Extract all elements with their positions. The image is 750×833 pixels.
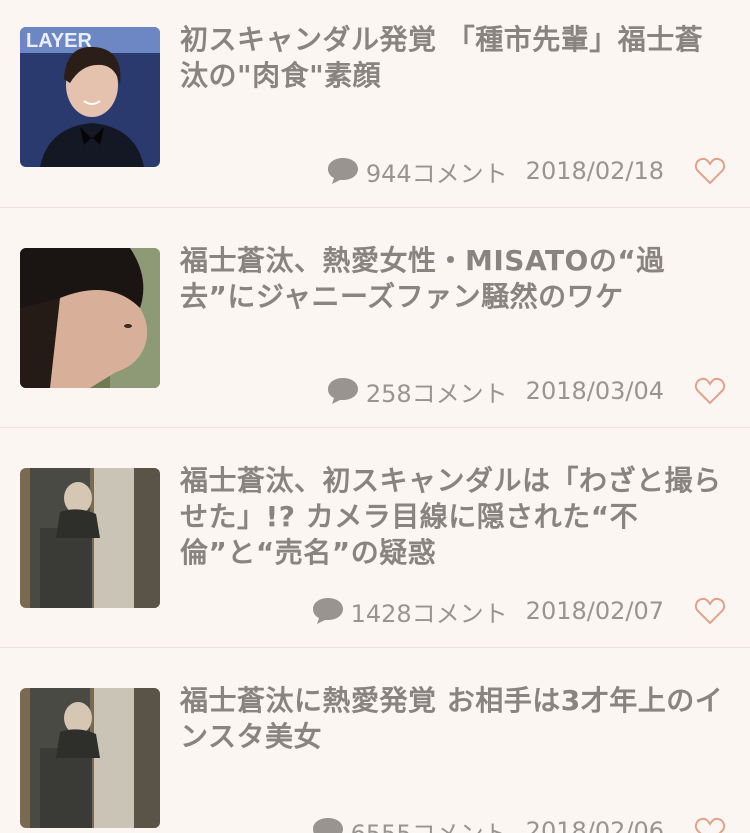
comment-label: コメント xyxy=(411,159,508,188)
comment-icon xyxy=(312,818,343,833)
article-list: LAYER 初スキャンダル発覚 「種市先輩」福士蒼汰の"肉食"素顔 944コメン… xyxy=(0,0,750,833)
article-thumbnail[interactable] xyxy=(20,468,160,608)
heart-icon[interactable] xyxy=(694,156,726,186)
article-date: 2018/03/04 xyxy=(525,377,664,405)
article-meta: 1428コメント 2018/02/07 xyxy=(311,591,726,631)
comment-count: 6555 xyxy=(351,820,412,833)
comment-label: コメント xyxy=(411,379,508,408)
heart-icon[interactable] xyxy=(694,376,726,406)
article-date: 2018/02/18 xyxy=(525,157,664,185)
comment-label: コメント xyxy=(412,820,508,833)
comment-icon xyxy=(327,378,358,404)
article-date: 2018/02/06 xyxy=(525,817,664,833)
heart-icon[interactable] xyxy=(694,596,726,626)
comment-icon xyxy=(312,598,343,624)
article-title[interactable]: 福士蒼汰に熱愛発覚 お相手は3才年上のインスタ美女 xyxy=(180,683,730,755)
heart-icon[interactable] xyxy=(694,816,726,833)
article-title[interactable]: 福士蒼汰、初スキャンダルは「わざと撮らせた」!? カメラ目線に隠された“不倫”と… xyxy=(180,463,730,571)
article-title[interactable]: 福士蒼汰、熱愛女性・MISATOの“過去”にジャニーズファン騒然のワケ xyxy=(180,243,730,315)
article-date: 2018/02/07 xyxy=(525,597,664,625)
article-item[interactable]: 福士蒼汰に熱愛発覚 お相手は3才年上のインスタ美女 6555コメント 2018/… xyxy=(0,648,750,833)
comment-label: コメント xyxy=(411,599,508,628)
article-meta: 6555コメント 2018/02/06 xyxy=(311,811,726,833)
article-thumbnail[interactable]: LAYER xyxy=(20,27,160,167)
comment-count: 258 xyxy=(365,379,412,408)
comment-count: 944 xyxy=(365,159,412,188)
article-item[interactable]: 福士蒼汰、初スキャンダルは「わざと撮らせた」!? カメラ目線に隠された“不倫”と… xyxy=(0,428,750,648)
article-title[interactable]: 初スキャンダル発覚 「種市先輩」福士蒼汰の"肉食"素顔 xyxy=(180,22,730,94)
comment-icon xyxy=(327,158,358,184)
article-thumbnail[interactable] xyxy=(20,688,160,828)
article-item[interactable]: 福士蒼汰、熱愛女性・MISATOの“過去”にジャニーズファン騒然のワケ 258コ… xyxy=(0,208,750,428)
article-thumbnail[interactable] xyxy=(20,248,160,388)
article-meta: 258コメント 2018/03/04 xyxy=(326,371,726,411)
article-meta: 944コメント 2018/02/18 xyxy=(326,151,726,191)
comment-count: 1428 xyxy=(350,599,412,628)
article-item[interactable]: LAYER 初スキャンダル発覚 「種市先輩」福士蒼汰の"肉食"素顔 944コメン… xyxy=(0,0,750,208)
